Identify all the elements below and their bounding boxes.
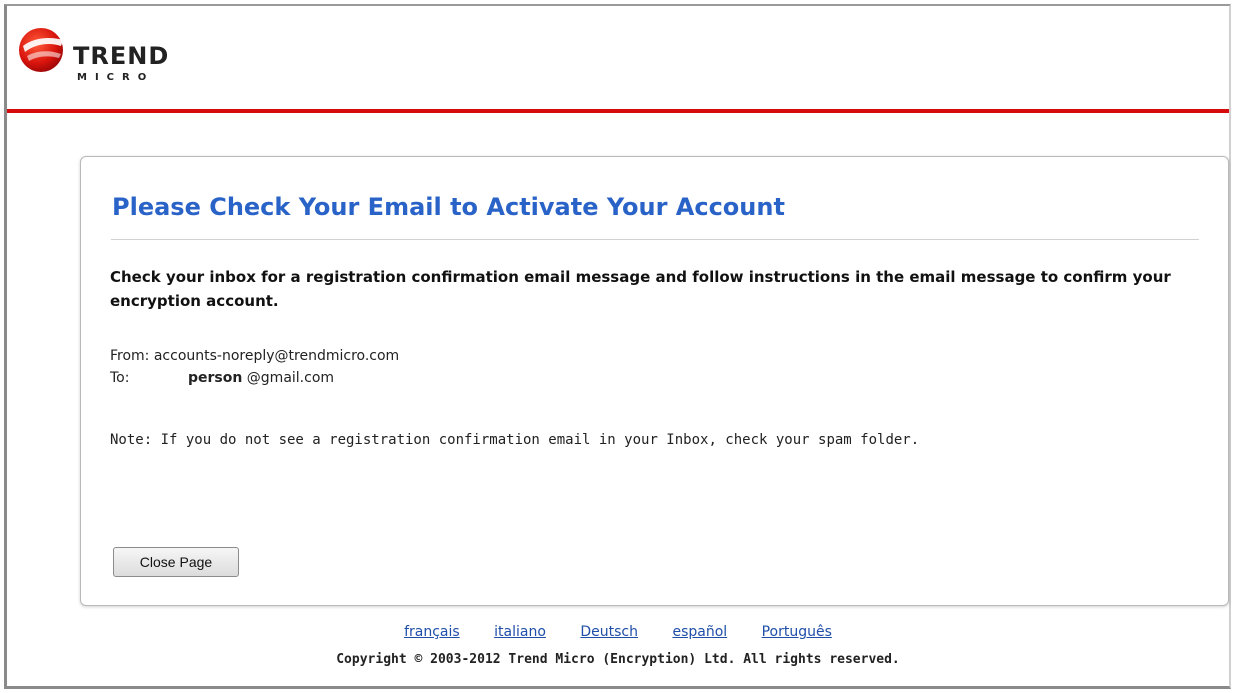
language-links: français italiano Deutsch español Portug…	[7, 624, 1229, 640]
to-label: To:	[110, 370, 130, 386]
page-title: Please Check Your Email to Activate Your…	[112, 193, 785, 221]
language-link-italiano[interactable]: italiano	[494, 624, 546, 640]
spam-note: Note: If you do not see a registration c…	[110, 432, 920, 448]
email-meta: From: accounts-noreply@trendmicro.com To…	[110, 345, 399, 389]
trend-micro-logo: TREND MICRO	[13, 20, 183, 83]
language-link-portugues[interactable]: Português	[762, 624, 832, 640]
header: TREND MICRO	[7, 6, 1229, 109]
language-link-deutsch[interactable]: Deutsch	[580, 624, 638, 640]
logo-submark: MICRO	[77, 72, 155, 83]
language-link-espanol[interactable]: español	[672, 624, 727, 640]
trend-micro-logo-icon	[19, 28, 63, 72]
header-red-rule	[7, 109, 1229, 113]
logo-wordmark: TREND	[73, 42, 170, 70]
instructions-text: Check your inbox for a registration conf…	[110, 268, 1171, 310]
activation-panel: Please Check Your Email to Activate Your…	[80, 156, 1229, 606]
to-domain: @gmail.com	[242, 370, 335, 386]
browser-frame: TREND MICRO Please Check Your Email to A…	[4, 4, 1231, 689]
title-divider	[111, 239, 1199, 240]
close-page-button[interactable]: Close Page	[113, 547, 239, 577]
language-link-francais[interactable]: français	[404, 624, 460, 640]
copyright-text: Copyright © 2003-2012 Trend Micro (Encry…	[336, 652, 900, 667]
to-line: To: person @gmail.com	[110, 367, 399, 389]
to-username: person	[188, 370, 243, 386]
from-line: From: accounts-noreply@trendmicro.com	[110, 348, 400, 364]
